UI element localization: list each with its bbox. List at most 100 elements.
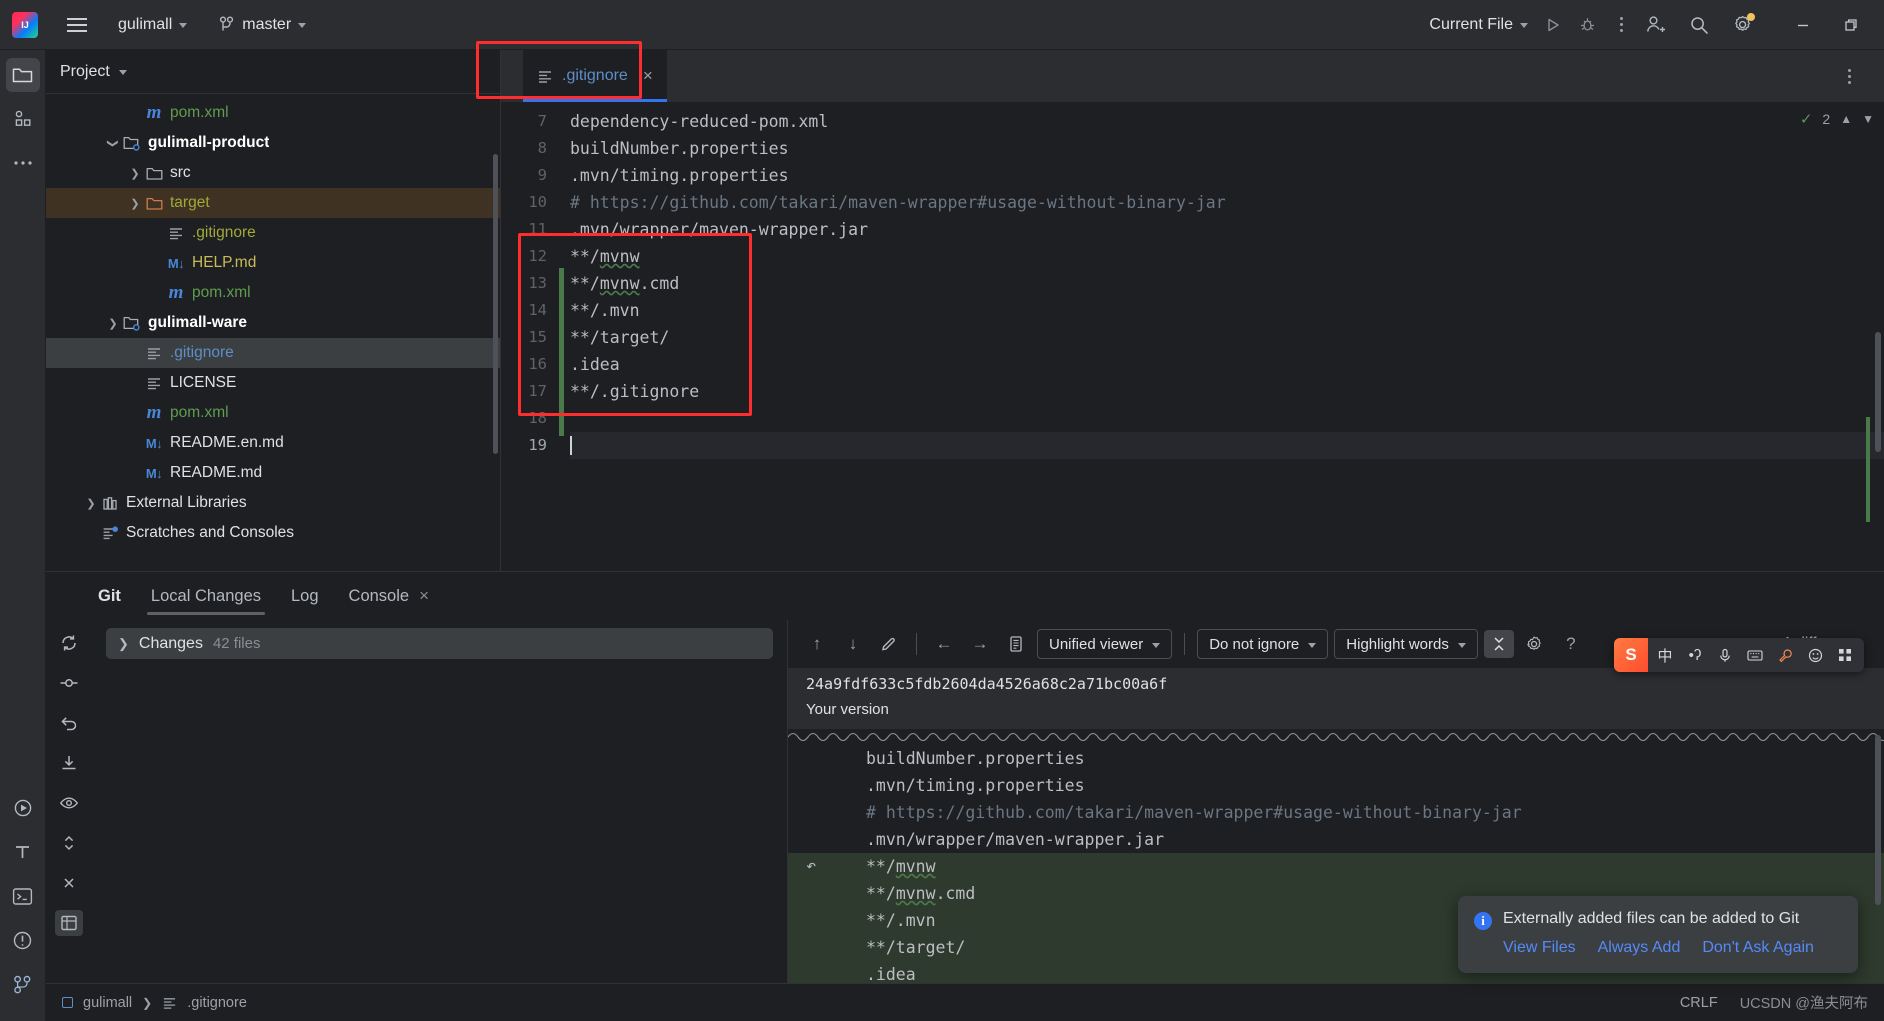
tool-button-run[interactable] xyxy=(6,791,40,825)
project-selector[interactable]: gulimall xyxy=(110,12,195,38)
search-everywhere-button[interactable] xyxy=(1682,8,1716,42)
project-tree[interactable]: m pom.xml ❯ gulimall-product ❯ src ❯ target .git… xyxy=(46,94,500,571)
changes-node[interactable]: ❯ Changes 42 files xyxy=(106,628,773,659)
add-user-button[interactable] xyxy=(1638,8,1672,42)
edit-source-button[interactable] xyxy=(874,630,904,658)
tree-node--gitignore[interactable]: .gitignore xyxy=(46,218,500,248)
tree-node-license[interactable]: LICENSE xyxy=(46,368,500,398)
chevron-right-icon[interactable]: ❯ xyxy=(118,636,129,652)
code-line[interactable]: buildNumber.properties xyxy=(570,135,1884,162)
tree-node-help-md[interactable]: M↓ HELP.md xyxy=(46,248,500,278)
git-tab-git[interactable]: Git xyxy=(98,572,121,620)
tool-button-problems[interactable] xyxy=(6,923,40,957)
line-separator-label[interactable]: CRLF xyxy=(1680,995,1718,1011)
close-icon[interactable]: × xyxy=(419,586,429,606)
tree-node-target[interactable]: ❯ target xyxy=(46,188,500,218)
restore-button[interactable] xyxy=(1834,8,1868,42)
settings-button[interactable] xyxy=(1726,8,1760,42)
tree-node-src[interactable]: ❯ src xyxy=(46,158,500,188)
tree-node-readme-md[interactable]: M↓ README.md xyxy=(46,458,500,488)
emoji-icon[interactable] xyxy=(1802,642,1828,668)
refresh-icon[interactable] xyxy=(55,630,83,656)
ignore-mode-select[interactable]: Do not ignore xyxy=(1197,629,1329,659)
grid-icon[interactable] xyxy=(1832,642,1858,668)
tree-node-readme-en-md[interactable]: M↓ README.en.md xyxy=(46,428,500,458)
diff-scrollbar[interactable] xyxy=(1875,735,1881,905)
code-line[interactable]: **/target/ xyxy=(570,324,1884,351)
collapse-icon[interactable] xyxy=(55,870,83,896)
next-problem-icon[interactable]: ▼ xyxy=(1862,112,1874,126)
notification-action-dont-ask[interactable]: Don't Ask Again xyxy=(1702,939,1814,957)
ime-language-button[interactable]: 中 xyxy=(1652,642,1678,668)
tree-node-gulimall-ware[interactable]: ❯ gulimall-ware xyxy=(46,308,500,338)
git-tab-local-changes[interactable]: Local Changes xyxy=(146,572,266,620)
highlight-mode-select[interactable]: Highlight words xyxy=(1334,629,1478,659)
minimize-button[interactable] xyxy=(1786,8,1820,42)
code-line[interactable]: **/mvnw xyxy=(570,243,1884,270)
chevron-right-icon[interactable]: ❯ xyxy=(126,167,144,180)
tool-button-project[interactable] xyxy=(5,58,40,92)
tool-button-structure-alt[interactable] xyxy=(6,835,40,869)
tree-node--gitignore[interactable]: .gitignore xyxy=(46,338,500,368)
git-tab-console[interactable]: Console × xyxy=(349,572,429,620)
diff-settings-button[interactable] xyxy=(1520,630,1550,658)
tree-node-pom-xml[interactable]: m pom.xml xyxy=(46,278,500,308)
editor-code-area[interactable]: 7 8 9 10 11 12 13 14 15 16 17 18 19 dependency-reduc… xyxy=(501,102,1884,571)
changes-list[interactable]: ❯ Changes 42 files xyxy=(92,620,787,983)
commit-icon[interactable] xyxy=(55,670,83,696)
tree-node-scratches-and-consoles[interactable]: Scratches and Consoles xyxy=(46,518,500,548)
code-line[interactable]: .idea xyxy=(570,351,1884,378)
breadcrumb-project[interactable]: gulimall xyxy=(83,995,132,1011)
tool-button-more[interactable] xyxy=(6,146,40,180)
group-by-icon[interactable] xyxy=(55,910,83,936)
tree-node-pom-xml[interactable]: m pom.xml xyxy=(46,398,500,428)
ime-punctuation-button[interactable]: •ʔ xyxy=(1682,642,1708,668)
notification-action-always-add[interactable]: Always Add xyxy=(1598,939,1681,957)
chevron-down-icon[interactable] xyxy=(118,70,127,75)
revert-icon[interactable]: ↶ xyxy=(806,853,816,880)
code-line[interactable]: **/mvnw.cmd xyxy=(570,270,1884,297)
more-actions-button[interactable] xyxy=(1604,8,1638,42)
mic-icon[interactable] xyxy=(1712,642,1738,668)
accept-right-button[interactable]: → xyxy=(965,630,995,658)
debug-button[interactable] xyxy=(1570,8,1604,42)
chevron-down-icon[interactable]: ❯ xyxy=(107,134,120,152)
prev-problem-icon[interactable]: ▲ xyxy=(1840,112,1852,126)
shelve-icon[interactable] xyxy=(55,750,83,776)
git-tab-log[interactable]: Log xyxy=(291,572,319,620)
editor-code-lines[interactable]: dependency-reduced-pom.xml buildNumber.pr… xyxy=(564,102,1884,571)
tool-button-version-control[interactable] xyxy=(6,967,40,1001)
chevron-right-icon[interactable]: ❯ xyxy=(82,497,100,510)
previous-difference-button[interactable]: ↑ xyxy=(802,630,832,658)
code-line[interactable] xyxy=(570,405,1884,432)
keyboard-icon[interactable] xyxy=(1742,642,1768,668)
viewer-mode-select[interactable]: Unified viewer xyxy=(1037,629,1173,659)
ime-toolbar[interactable]: S 中 •ʔ xyxy=(1614,638,1864,672)
editor-more-button[interactable] xyxy=(1832,59,1866,93)
whitespace-button[interactable] xyxy=(1001,630,1031,658)
branch-selector[interactable]: master xyxy=(211,12,314,38)
run-button[interactable] xyxy=(1536,8,1570,42)
code-line[interactable]: **/.mvn xyxy=(570,297,1884,324)
tree-node-external-libraries[interactable]: ❯ External Libraries xyxy=(46,488,500,518)
code-line[interactable]: .mvn/timing.properties xyxy=(570,162,1884,189)
rollback-icon[interactable] xyxy=(55,710,83,736)
breadcrumb-file[interactable]: .gitignore xyxy=(187,995,247,1011)
preview-icon[interactable] xyxy=(55,790,83,816)
expand-icon[interactable] xyxy=(55,830,83,856)
tool-icon[interactable] xyxy=(1772,642,1798,668)
tool-button-terminal[interactable] xyxy=(6,879,40,913)
tool-button-structure[interactable] xyxy=(6,102,40,136)
tree-node-gulimall-product[interactable]: ❯ gulimall-product xyxy=(46,128,500,158)
notification-action-view-files[interactable]: View Files xyxy=(1503,939,1576,957)
next-difference-button[interactable]: ↓ xyxy=(838,630,868,658)
chevron-right-icon[interactable]: ❯ xyxy=(126,197,144,210)
code-line[interactable]: # https://github.com/takari/maven-wrappe… xyxy=(570,189,1884,216)
run-configuration-selector[interactable]: Current File xyxy=(1421,12,1536,38)
tree-node-pom-xml[interactable]: m pom.xml xyxy=(46,98,500,128)
editor-tab-gitignore[interactable]: .gitignore × xyxy=(523,50,667,102)
collapsed-lines-separator[interactable] xyxy=(788,729,1884,745)
chevron-right-icon[interactable]: ❯ xyxy=(104,317,122,330)
code-line[interactable]: **/.gitignore xyxy=(570,378,1884,405)
tree-scrollbar[interactable] xyxy=(493,154,498,454)
